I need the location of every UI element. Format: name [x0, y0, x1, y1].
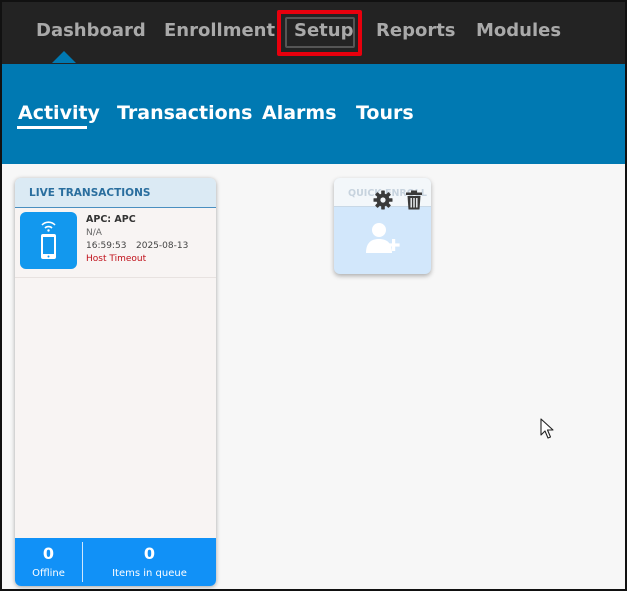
setup-focus-outline — [285, 17, 355, 48]
topnav-enrollment[interactable]: Enrollment — [164, 18, 275, 44]
tab-tours[interactable]: Tours — [356, 101, 414, 125]
app-window: Dashboard Enrollment Setup Reports Modul… — [0, 0, 627, 591]
mouse-cursor-icon — [540, 418, 556, 440]
offline-counter: 0 Offline — [15, 538, 82, 586]
active-nav-caret — [52, 51, 76, 63]
transaction-status: Host Timeout — [86, 254, 147, 264]
tab-alarms[interactable]: Alarms — [262, 101, 337, 125]
transaction-title: APC: APC — [86, 214, 136, 225]
active-tab-underline — [17, 126, 87, 129]
offline-count: 0 — [42, 544, 55, 563]
live-transactions-panel: LIVE TRANSACTIONS APC: APC N/A 16:59:53 … — [15, 178, 216, 586]
add-user-icon — [363, 220, 403, 256]
trash-icon[interactable] — [405, 190, 423, 210]
transaction-time: 16:59:53 — [86, 241, 127, 251]
queue-label: Items in queue — [112, 568, 187, 579]
transaction-date: 2025-08-13 — [136, 241, 189, 251]
topnav-modules[interactable]: Modules — [476, 18, 561, 44]
sub-nav: Activity Transactions Alarms Tours — [2, 64, 625, 164]
quick-enroll-tile[interactable]: QUICK ENROLL — [334, 178, 431, 274]
tab-transactions[interactable]: Transactions — [117, 101, 252, 125]
mobile-phone-icon — [20, 212, 77, 269]
queue-count: 0 — [143, 544, 156, 563]
offline-label: Offline — [32, 568, 65, 579]
panel-title: LIVE TRANSACTIONS — [15, 178, 216, 208]
transaction-row[interactable]: APC: APC N/A 16:59:53 2025-08-13 Host Ti… — [15, 208, 216, 278]
topnav-reports[interactable]: Reports — [376, 18, 456, 44]
transaction-subtitle: N/A — [86, 228, 102, 238]
topnav-dashboard[interactable]: Dashboard — [36, 18, 146, 44]
queue-counter: 0 Items in queue — [83, 538, 216, 586]
gear-icon[interactable] — [372, 189, 394, 211]
panel-footer: 0 Offline 0 Items in queue — [15, 538, 216, 586]
tab-activity[interactable]: Activity — [18, 101, 100, 125]
